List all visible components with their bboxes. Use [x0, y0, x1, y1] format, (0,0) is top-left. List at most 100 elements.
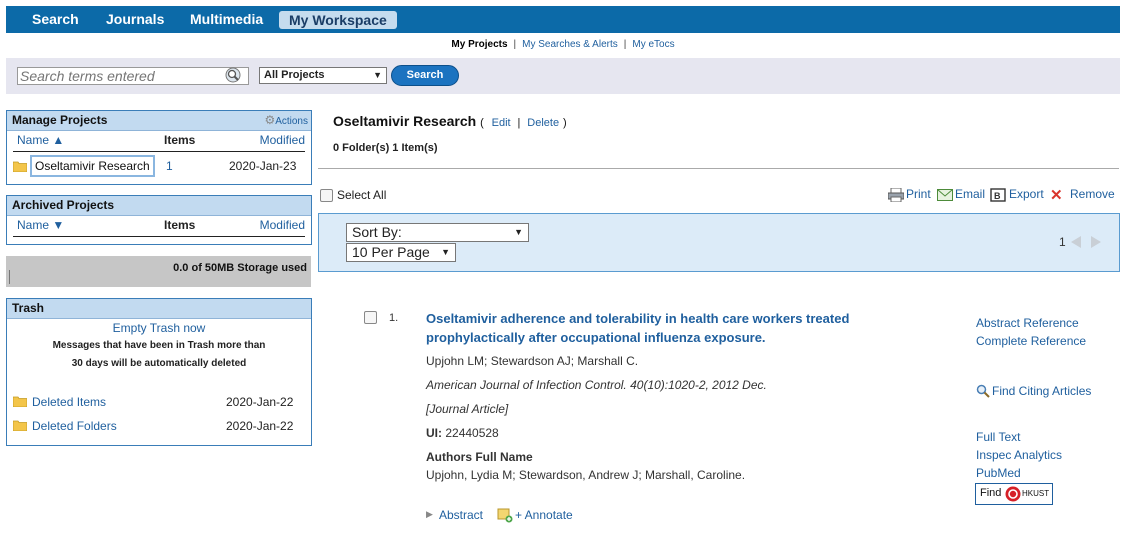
result-source: American Journal of Infection Control. 4…	[426, 378, 767, 392]
project-modified-date: 2020-Jan-23	[229, 159, 297, 173]
folder-icon	[12, 420, 28, 434]
sort-name-header[interactable]: Name ▼	[17, 218, 64, 232]
deleted-folders-link[interactable]: Deleted Folders	[32, 419, 117, 433]
find-label: Find	[980, 487, 1002, 499]
magnifier-icon	[976, 384, 990, 401]
delete-project-link[interactable]: Delete	[527, 117, 559, 129]
paren-close: )	[562, 117, 567, 129]
inspec-analytics-link[interactable]: Inspec Analytics	[976, 448, 1062, 462]
edit-project-link[interactable]: Edit	[492, 117, 511, 129]
pubmed-link[interactable]: PubMed	[976, 466, 1021, 480]
panel-title: Archived Projects	[12, 198, 115, 212]
select-all-checkbox[interactable]	[320, 189, 333, 202]
result-title-link[interactable]: Oseltamivir adherence and tolerability i…	[426, 309, 886, 347]
export-button[interactable]: Export	[1009, 187, 1044, 201]
result-authors: Upjohn LM; Stewardson AJ; Marshall C.	[426, 354, 639, 368]
result-ui: UI: 22440528	[426, 426, 499, 440]
sublink-my-projects[interactable]: My Projects	[451, 39, 507, 50]
nav-journals[interactable]: Journals	[106, 6, 164, 33]
result-checkbox[interactable]	[364, 311, 377, 324]
print-button[interactable]: Print	[906, 187, 931, 201]
project-scope-select[interactable]: All Projects ▼	[259, 67, 387, 84]
nav-multimedia[interactable]: Multimedia	[190, 6, 263, 33]
separator: |	[517, 117, 521, 129]
page-number: 1	[1059, 235, 1066, 249]
trash-message-2: 30 days will be automatically deleted	[71, 358, 247, 369]
project-row: Oseltamivir Research 1 2020-Jan-23	[7, 152, 311, 182]
actions-label: Actions	[275, 116, 308, 127]
nav-search[interactable]: Search	[32, 6, 79, 33]
search-icon[interactable]	[225, 67, 242, 84]
panel-header: Archived Projects	[7, 196, 311, 216]
folder-icon	[12, 396, 28, 410]
deleted-items-link[interactable]: Deleted Items	[32, 395, 106, 409]
divider	[318, 168, 1119, 169]
items-header: Items	[164, 218, 196, 232]
find-hkust-button[interactable]: Find HKUST	[975, 483, 1053, 505]
remove-icon: ✕	[1050, 187, 1063, 204]
result-type: [Journal Article]	[426, 402, 509, 416]
abstract-toggle[interactable]: Abstract	[439, 508, 483, 522]
storage-fill	[9, 270, 10, 284]
email-button[interactable]: Email	[955, 187, 985, 201]
nav-my-workspace[interactable]: My Workspace	[279, 11, 397, 29]
deleted-folders-date: 2020-Jan-22	[226, 419, 294, 433]
gear-icon: ⚙	[264, 113, 276, 127]
panel-title: Trash	[12, 301, 45, 315]
export-icon: B	[990, 188, 1006, 205]
chevron-down-icon: ▼	[373, 70, 382, 80]
authors-full-name-value: Upjohn, Lydia M; Stewardson, Andrew J; M…	[426, 468, 746, 482]
top-nav: Search Journals Multimedia My Workspace	[6, 6, 1120, 33]
full-text-link[interactable]: Full Text	[976, 430, 1020, 444]
sublink-my-searches[interactable]: My Searches & Alerts	[522, 39, 618, 50]
prev-page-icon[interactable]	[1071, 236, 1081, 248]
project-name-link[interactable]: Oseltamivir Research	[30, 155, 155, 177]
workspace-sublinks: My Projects | My Searches & Alerts | My eToc…	[0, 39, 1126, 50]
printer-icon	[887, 187, 905, 205]
abstract-reference-link[interactable]: Abstract Reference	[976, 316, 1079, 330]
sort-by-value: Sort By:	[352, 224, 402, 240]
chevron-down-icon: ▼	[514, 227, 523, 237]
sort-modified-header[interactable]: Modified	[260, 218, 305, 232]
storage-text: 0.0 of 50MB Storage used	[173, 262, 307, 274]
paren-open: (	[480, 117, 484, 129]
ui-label: UI:	[426, 426, 442, 440]
archived-projects-panel: Archived Projects Name ▼ Items Modified	[6, 195, 312, 245]
expand-triangle-icon: ▶	[426, 509, 433, 519]
empty-trash-row: Empty Trash now	[7, 321, 311, 335]
column-headers: Name ▼ Items Modified	[13, 216, 305, 237]
sort-by-select[interactable]: Sort By: ▼	[346, 223, 529, 242]
search-input[interactable]	[17, 67, 249, 85]
remove-button[interactable]: Remove	[1070, 187, 1115, 201]
search-button[interactable]: Search	[391, 65, 459, 86]
empty-trash-link[interactable]: Empty Trash now	[113, 321, 206, 335]
separator: |	[623, 39, 627, 50]
project-heading: Oseltamivir Research ( Edit | Delete )	[333, 113, 567, 129]
project-items-count[interactable]: 1	[166, 159, 173, 173]
select-all-label: Select All	[337, 188, 387, 202]
per-page-value: 10 Per Page	[352, 244, 430, 260]
folder-item-counts: 0 Folder(s) 1 Item(s)	[333, 142, 438, 154]
sort-modified-header[interactable]: Modified	[260, 133, 305, 147]
sublink-my-etocs[interactable]: My eTocs	[632, 39, 674, 50]
actions-button[interactable]: ⚙Actions	[264, 111, 308, 131]
search-bar: All Projects ▼ Search	[6, 58, 1120, 94]
items-header: Items	[164, 133, 196, 147]
complete-reference-link[interactable]: Complete Reference	[976, 334, 1086, 348]
svg-text:B: B	[994, 191, 1001, 201]
trash-message-1: Messages that have been in Trash more th…	[52, 340, 266, 351]
hkust-logo-icon	[1005, 486, 1021, 505]
annotate-link[interactable]: + Annotate	[515, 508, 573, 522]
panel-header: Trash	[7, 299, 311, 319]
sort-name-header[interactable]: Name ▲	[17, 133, 64, 147]
annotate-icon	[497, 507, 513, 526]
manage-projects-panel: Manage Projects ⚙Actions Name ▲ Items Mo…	[6, 110, 312, 185]
deleted-items-date: 2020-Jan-22	[226, 395, 294, 409]
find-citing-articles-link[interactable]: Find Citing Articles	[992, 384, 1091, 398]
panel-header: Manage Projects ⚙Actions	[7, 111, 311, 131]
next-page-icon[interactable]	[1091, 236, 1101, 248]
chevron-down-icon: ▼	[441, 247, 450, 257]
per-page-select[interactable]: 10 Per Page ▼	[346, 243, 456, 262]
column-headers: Name ▲ Items Modified	[13, 131, 305, 152]
separator: |	[513, 39, 517, 50]
